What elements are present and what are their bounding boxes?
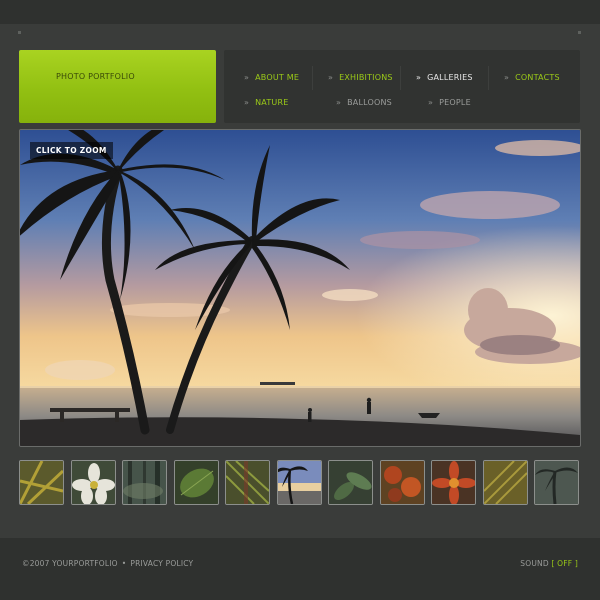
subnav-item-nature[interactable]: » NATURE xyxy=(244,98,289,107)
subnav-item-people[interactable]: » PEOPLE xyxy=(428,98,471,107)
corner-dot xyxy=(578,31,581,34)
nav-item-galleries[interactable]: » GALLERIES xyxy=(416,73,473,82)
thumbnail-4[interactable] xyxy=(174,460,219,505)
thumbnail-5[interactable] xyxy=(225,460,270,505)
thumbnail-7[interactable] xyxy=(328,460,373,505)
sound-toggle[interactable]: SOUND [ OFF ] xyxy=(520,559,578,568)
footer-separator: • xyxy=(121,559,127,568)
white-flower-thumbnail-icon xyxy=(72,461,115,504)
thumbnail-11[interactable] xyxy=(534,460,579,505)
main-photo[interactable]: CLICK TO ZOOM xyxy=(19,129,581,447)
double-chevron-icon: » xyxy=(416,73,422,82)
beach-sunset-photo xyxy=(20,130,580,446)
corner-dot xyxy=(18,31,21,34)
thumbnail-10[interactable] xyxy=(483,460,528,505)
top-bar xyxy=(0,0,600,34)
tropical-leaf-thumbnail-icon xyxy=(226,461,269,504)
copyright-label: ©2007 YOURPORTFOLIO xyxy=(22,559,118,568)
double-chevron-icon: » xyxy=(428,98,434,107)
double-chevron-icon: » xyxy=(336,98,342,107)
yellow-flower-thumbnail-icon xyxy=(20,461,63,504)
click-to-zoom-label[interactable]: CLICK TO ZOOM xyxy=(30,142,113,159)
nav-divider xyxy=(400,66,401,90)
thumbnail-strip xyxy=(19,460,581,507)
thumbnail-2[interactable] xyxy=(71,460,116,505)
thumbnail-9[interactable] xyxy=(431,460,476,505)
forest-thumbnail-icon xyxy=(123,461,166,504)
red-flower-thumbnail-icon xyxy=(432,461,475,504)
yellow-leaf-thumbnail-icon xyxy=(484,461,527,504)
thumbnail-6[interactable] xyxy=(277,460,322,505)
green-leaf-thumbnail-icon xyxy=(175,461,218,504)
nav-item-contacts[interactable]: » CONTACTS xyxy=(504,73,560,82)
nav-item-about-me[interactable]: » ABOUT ME xyxy=(244,73,299,82)
double-chevron-icon: » xyxy=(504,73,510,82)
thumbnail-8[interactable] xyxy=(380,460,425,505)
logo-panel[interactable]: PHOTO PORTFOLIO xyxy=(19,50,216,123)
green-plant-thumbnail-icon xyxy=(329,461,372,504)
main-navigation: » ABOUT ME » EXHIBITIONS » GALLERIES » CONTA… xyxy=(224,50,580,123)
copyright-text: ©2007 YOURPORTFOLIO • PRIVACY POLICY xyxy=(22,559,193,568)
site-logo-text: PHOTO PORTFOLIO xyxy=(56,72,135,81)
palm-beach-thumbnail-icon xyxy=(278,461,321,504)
nav-divider xyxy=(488,66,489,90)
double-chevron-icon: » xyxy=(244,73,250,82)
thumbnail-3[interactable] xyxy=(122,460,167,505)
footer: ©2007 YOURPORTFOLIO • PRIVACY POLICY SOUND… xyxy=(0,538,600,600)
nav-item-exhibitions[interactable]: » EXHIBITIONS xyxy=(328,73,393,82)
double-chevron-icon: » xyxy=(328,73,334,82)
subnav-item-balloons[interactable]: » BALLOONS xyxy=(336,98,392,107)
thumbnail-1[interactable] xyxy=(19,460,64,505)
double-chevron-icon: » xyxy=(244,98,250,107)
palm-trees-thumbnail-icon xyxy=(535,461,578,504)
sound-label: SOUND xyxy=(520,559,549,568)
sound-state-toggle[interactable]: [ OFF ] xyxy=(551,559,578,568)
red-flowers-thumbnail-icon xyxy=(381,461,424,504)
nav-divider xyxy=(312,66,313,90)
privacy-policy-link[interactable]: PRIVACY POLICY xyxy=(130,559,193,568)
